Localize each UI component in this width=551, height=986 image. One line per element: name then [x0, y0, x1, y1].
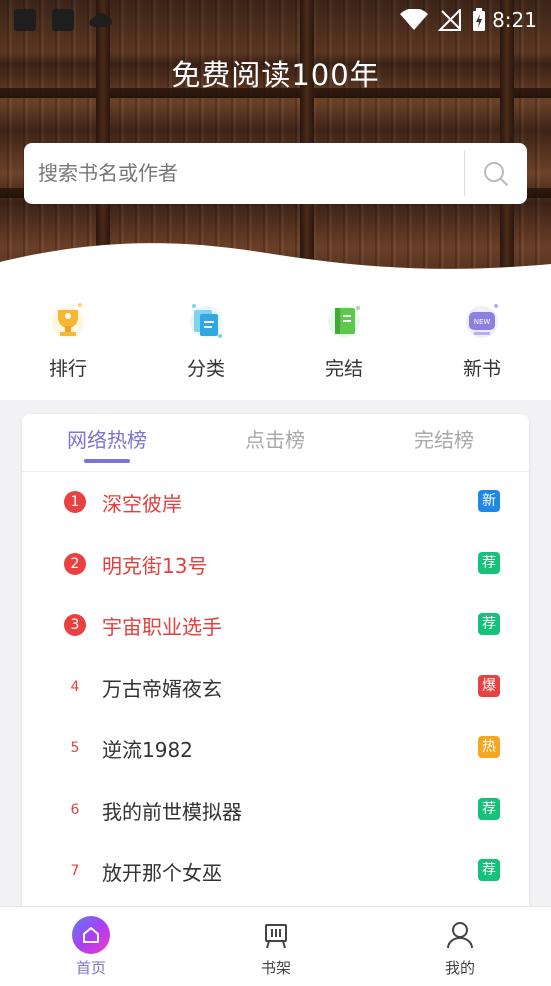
quick-nav-label: 新书	[462, 358, 501, 380]
battery-icon	[473, 8, 485, 31]
search-icon[interactable]	[482, 160, 510, 188]
book-title: 我的前世模拟器	[102, 800, 242, 824]
quick-nav: 排行 分类 完结 NEW 新书	[0, 290, 551, 400]
ranking-card: 网络热榜 点击榜 完结榜 1 深空彼岸 新 2 明克街13号 荐 3 宇宙职业选…	[22, 414, 529, 934]
rank-number: 6	[70, 802, 80, 818]
tag-badge: 荐	[478, 552, 500, 574]
signal-icon	[438, 9, 461, 31]
book-title: 明克街13号	[102, 554, 208, 578]
list-item[interactable]: 4 万古帝婿夜玄 爆	[22, 657, 529, 718]
bottom-nav-label: 我的	[444, 959, 475, 977]
book-title: 逆流1982	[102, 738, 193, 762]
bottom-nav-label: 首页	[75, 959, 106, 977]
page-title: 免费阅读100年	[171, 58, 380, 92]
rank-badge: 2	[64, 553, 86, 575]
home-icon	[71, 915, 111, 955]
rank-number: 7	[70, 863, 80, 879]
tag-badge: 荐	[478, 613, 500, 635]
search-input[interactable]	[38, 157, 458, 189]
tab-clicks[interactable]: 点击榜	[215, 424, 335, 453]
notification-icon	[14, 9, 36, 31]
rank-number: 4	[70, 679, 80, 695]
cloud-icon	[89, 13, 112, 27]
bottom-nav-label: 书架	[260, 959, 291, 977]
ranking-tabs: 网络热榜 点击榜 完结榜	[22, 414, 529, 472]
list-item[interactable]: 5 逆流1982 热	[22, 718, 529, 779]
quick-nav-label: 完结	[324, 358, 363, 380]
book-title: 放开那个女巫	[102, 861, 222, 885]
bookshelf-icon	[256, 915, 296, 955]
quick-nav-finished[interactable]: 完结	[294, 290, 394, 381]
notification-icon	[52, 9, 74, 31]
svg-text:NEW: NEW	[474, 318, 491, 326]
bottom-nav-bookshelf[interactable]: 书架	[216, 907, 336, 978]
tag-badge: 新	[478, 490, 500, 512]
tag-badge: 热	[478, 736, 500, 758]
list-item[interactable]: 7 放开那个女巫 荐	[22, 841, 529, 902]
profile-icon	[440, 915, 480, 955]
list-item[interactable]: 3 宇宙职业选手 荐	[22, 595, 529, 656]
quick-nav-label: 排行	[48, 358, 87, 380]
quick-nav-ranking[interactable]: 排行	[18, 290, 118, 381]
finished-book-icon	[320, 296, 368, 344]
quick-nav-category[interactable]: 分类	[156, 290, 256, 381]
tab-finished[interactable]: 完结榜	[384, 424, 504, 453]
rank-badge: 1	[64, 491, 86, 513]
book-title: 深空彼岸	[102, 492, 182, 516]
category-icon	[182, 296, 230, 344]
rank-badge: 3	[64, 614, 86, 636]
tag-badge: 荐	[478, 859, 500, 881]
tag-badge: 爆	[478, 675, 500, 697]
quick-nav-label: 分类	[186, 358, 225, 380]
new-book-icon: NEW	[458, 296, 506, 344]
list-item[interactable]: 2 明克街13号 荐	[22, 534, 529, 595]
search-bar[interactable]	[24, 143, 527, 204]
bottom-nav-home[interactable]: 首页	[31, 907, 151, 978]
search-divider	[464, 151, 465, 196]
tab-hot[interactable]: 网络热榜	[47, 424, 167, 453]
tag-badge: 荐	[478, 798, 500, 820]
hero-wave	[0, 243, 551, 290]
book-title: 万古帝婿夜玄	[102, 677, 222, 701]
bottom-nav-profile[interactable]: 我的	[400, 907, 520, 978]
wifi-icon	[400, 9, 428, 30]
clock-time: 8:21	[492, 8, 537, 32]
trophy-icon	[44, 296, 92, 344]
book-title: 宇宙职业选手	[102, 615, 222, 639]
status-bar: 8:21	[0, 0, 551, 40]
rank-number: 5	[70, 740, 80, 756]
hero-banner: 8:21 免费阅读100年	[0, 0, 551, 290]
list-item[interactable]: 6 我的前世模拟器 荐	[22, 780, 529, 841]
tab-indicator	[84, 459, 130, 463]
quick-nav-new[interactable]: NEW 新书	[432, 290, 532, 381]
list-item[interactable]: 1 深空彼岸 新	[22, 472, 529, 533]
bottom-nav: 首页 书架 我的	[0, 906, 551, 986]
